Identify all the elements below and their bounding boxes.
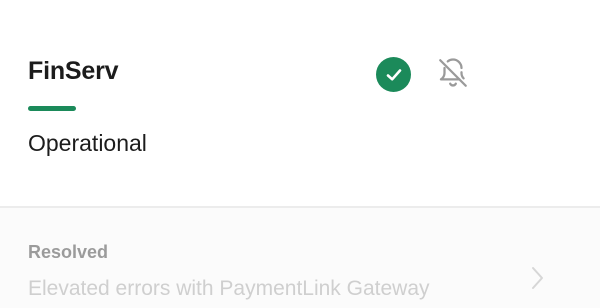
incident-list-item[interactable]: Resolved Elevated errors with PaymentLin… (0, 208, 600, 308)
incident-title: Elevated errors with PaymentLink Gateway (28, 277, 430, 300)
service-status-card: FinServ Operational (0, 0, 600, 206)
service-name: FinServ (28, 57, 119, 85)
notifications-toggle-button[interactable] (434, 54, 472, 92)
incident-state-label: Resolved (28, 242, 109, 262)
check-circle-icon (376, 57, 411, 92)
service-name-underline (28, 106, 76, 111)
service-status-text: Operational (28, 130, 147, 156)
chevron-right-icon (532, 267, 543, 289)
bell-off-icon (439, 58, 467, 87)
